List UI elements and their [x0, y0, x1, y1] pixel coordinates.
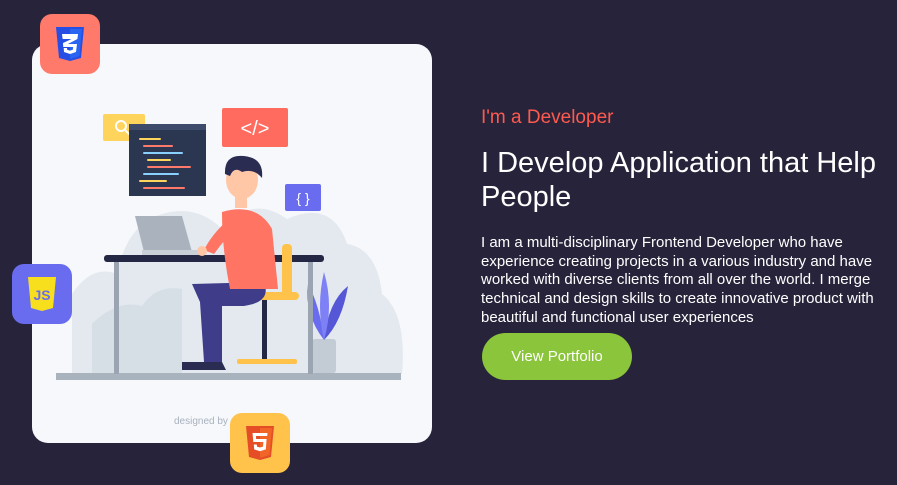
- javascript-icon: JS: [28, 277, 56, 311]
- html5-badge: [230, 413, 290, 473]
- hero-title: I Develop Application that Help People: [481, 147, 876, 213]
- illustration-card: </> { } designed by: [32, 44, 432, 443]
- developer-illustration: </> { }: [56, 108, 403, 380]
- svg-text:</>: </>: [241, 118, 270, 140]
- view-portfolio-button[interactable]: View Portfolio: [482, 333, 632, 380]
- illustration-credit: designed by: [174, 416, 228, 427]
- hero-description: I am a multi-disciplinary Frontend Devel…: [481, 234, 874, 326]
- javascript-badge: JS: [12, 264, 72, 324]
- svg-text:JS: JS: [33, 287, 50, 303]
- svg-text:{ }: { }: [296, 190, 310, 206]
- css3-icon: [56, 27, 84, 61]
- hero-section: I'm a Developer I Develop Application th…: [481, 106, 881, 328]
- css3-badge: [40, 14, 100, 74]
- html5-icon: [246, 426, 274, 460]
- hero-subtitle: I'm a Developer: [481, 107, 614, 128]
